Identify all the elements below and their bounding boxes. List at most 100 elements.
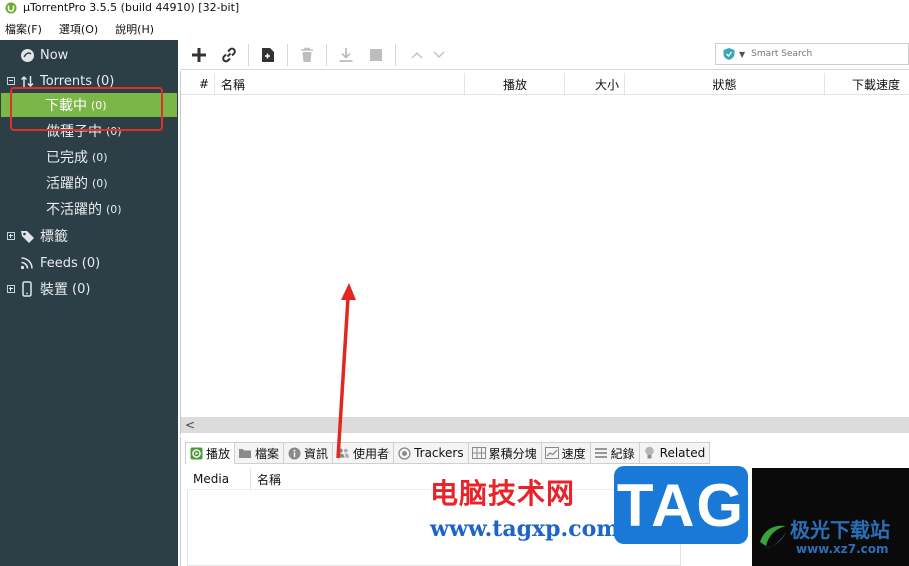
watermark-url: www.tagxp.com	[430, 516, 620, 542]
download-icon	[339, 48, 353, 62]
sidebar-item-inactive[interactable]: 不活躍的 (0)	[0, 197, 122, 221]
chevron-up-icon	[411, 51, 423, 59]
tab-label: 使用者	[353, 446, 390, 461]
chevron-down-icon	[433, 51, 445, 59]
users-icon	[336, 446, 350, 460]
menu-file[interactable]: 檔案(F)	[5, 21, 42, 37]
folder-icon	[238, 446, 252, 460]
sidebar-item-label: Feeds	[40, 255, 78, 271]
move-up-button[interactable]	[406, 44, 428, 66]
new-file-icon	[262, 48, 274, 62]
column-header-download-speed[interactable]: 下載速度	[825, 73, 909, 95]
expand-icon[interactable]	[7, 232, 15, 240]
speed-graph-icon	[544, 446, 559, 460]
tab-label: 播放	[206, 446, 231, 461]
remove-button[interactable]	[296, 44, 318, 66]
menu-help[interactable]: 說明(H)	[115, 21, 154, 37]
search-provider-dropdown-icon[interactable]: ▼	[739, 50, 745, 59]
sidebar-item-count: (0)	[106, 202, 122, 216]
start-button[interactable]	[335, 44, 357, 66]
info-icon	[287, 446, 301, 460]
tab-pieces[interactable]: 累積分塊	[468, 442, 542, 464]
sidebar-item-completed[interactable]: 已完成 (0)	[0, 145, 108, 169]
tab-related[interactable]: Related	[639, 442, 711, 464]
sidebar-item-active[interactable]: 活躍的 (0)	[0, 171, 108, 195]
sidebar-item-count: (0)	[81, 255, 101, 271]
sidebar-item-devices[interactable]: 裝置 (0)	[0, 277, 90, 301]
watermark-xz-name: 极光下载站	[790, 518, 890, 542]
link-icon	[222, 47, 236, 63]
pieces-icon	[471, 446, 486, 460]
menu-options[interactable]: 選項(O)	[59, 21, 98, 37]
horizontal-scrollbar[interactable]: <	[181, 417, 909, 433]
sidebar-item-count: (0)	[72, 281, 91, 297]
tab-peers[interactable]: 使用者	[333, 442, 395, 464]
xz-swirl-icon	[760, 525, 786, 548]
shield-icon[interactable]	[722, 47, 736, 61]
tab-label: 累積分塊	[488, 446, 537, 461]
plus-icon	[192, 48, 206, 62]
trash-icon	[301, 47, 313, 62]
trackers-icon	[397, 446, 411, 460]
tab-info[interactable]: 資訊	[284, 442, 334, 464]
add-url-button[interactable]	[218, 44, 240, 66]
torrent-list[interactable]: # 名稱 播放 大小 狀態 下載速度 <	[180, 71, 909, 435]
sidebar-item-label: 活躍的	[46, 176, 88, 192]
collapse-icon[interactable]	[7, 77, 15, 85]
toolbar: ▼	[180, 40, 909, 70]
tab-label: 資訊	[304, 446, 329, 461]
tab-logger[interactable]: 紀錄	[590, 442, 640, 464]
tab-label: Related	[659, 446, 706, 460]
tab-label: 檔案	[255, 446, 280, 461]
rss-icon	[19, 255, 35, 271]
column-header-file-name[interactable]: 名稱	[251, 468, 451, 490]
menu-bar: 檔案(F) 選項(O) 說明(H)	[0, 20, 909, 38]
window-title: µTorrentPro 3.5.5 (build 44910) [32-bit]	[23, 1, 240, 14]
play-tab-icon	[189, 446, 203, 460]
sidebar-item-label: 不活躍的	[46, 202, 102, 218]
title-bar: µTorrentPro 3.5.5 (build 44910) [32-bit]	[0, 0, 909, 16]
lightbulb-icon	[643, 446, 657, 460]
add-torrent-button[interactable]	[188, 44, 210, 66]
stop-icon	[370, 49, 382, 61]
stop-button[interactable]	[365, 44, 387, 66]
smart-search-input[interactable]	[751, 49, 892, 59]
smart-search-box[interactable]: ▼	[715, 43, 909, 65]
tab-label: 紀錄	[610, 446, 635, 461]
column-header-size[interactable]: 大小	[565, 73, 625, 95]
sidebar-item-label: 標籤	[40, 229, 68, 245]
tab-label: 速度	[561, 446, 586, 461]
create-torrent-button[interactable]	[257, 44, 279, 66]
sidebar-item-label: 已完成	[46, 150, 88, 166]
details-tab-bar: 播放 檔案 資訊 使用者 Trackers 累積分塊 速度 紀錄 Related	[185, 442, 711, 464]
sidebar-item-now[interactable]: Now	[0, 43, 68, 67]
watermark-xz-url: www.xz7.com	[796, 542, 889, 556]
tab-trackers[interactable]: Trackers	[394, 442, 469, 464]
tab-files[interactable]: 檔案	[235, 442, 285, 464]
tag-icon	[19, 228, 35, 244]
move-down-button[interactable]	[428, 44, 450, 66]
watermark-tag-text: TAG	[616, 471, 746, 539]
sidebar-item-count: (0)	[92, 150, 108, 164]
watermark-xz-logo: 极光下载站 www.xz7.com	[752, 514, 909, 566]
column-header-media[interactable]: Media	[187, 468, 251, 490]
now-icon	[19, 47, 35, 63]
sidebar-item-labels[interactable]: 標籤	[0, 224, 68, 248]
scroll-left-icon[interactable]: <	[185, 418, 195, 432]
column-header-number[interactable]: #	[181, 73, 215, 95]
utorrent-logo-icon	[5, 2, 17, 14]
device-icon	[19, 281, 35, 297]
column-header-name[interactable]: 名稱	[215, 73, 465, 95]
list-icon	[594, 446, 608, 460]
tab-label: Trackers	[414, 446, 464, 460]
expand-icon[interactable]	[7, 285, 15, 293]
sidebar-item-label: 裝置	[40, 282, 68, 298]
watermark-tag-logo: TAG	[614, 466, 748, 544]
watermark-site-name: 电脑技术网	[430, 477, 576, 510]
column-header-play[interactable]: 播放	[465, 73, 565, 95]
column-header-status[interactable]: 狀態	[625, 73, 825, 95]
tab-play[interactable]: 播放	[185, 442, 236, 464]
annotation-highlight-box	[10, 87, 163, 131]
tab-speed[interactable]: 速度	[541, 442, 591, 464]
sidebar-item-feeds[interactable]: Feeds (0)	[0, 251, 100, 275]
